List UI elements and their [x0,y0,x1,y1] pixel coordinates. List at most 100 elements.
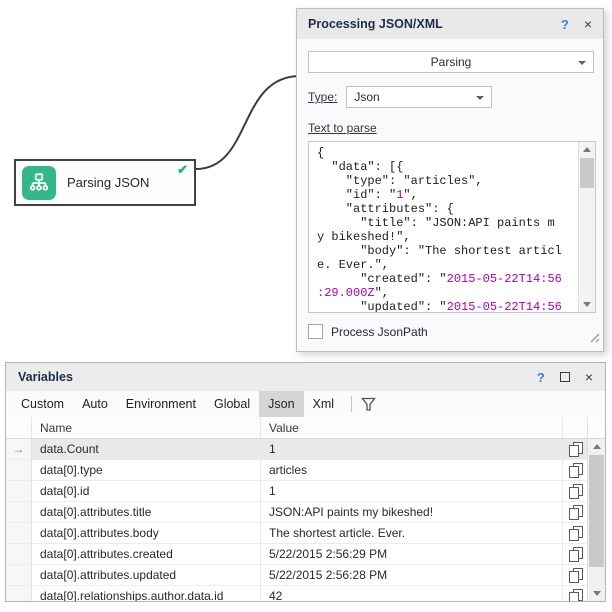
editor-scrollbar[interactable] [578,142,595,312]
variables-title: Variables [18,370,73,384]
table-row[interactable]: data[0].relationships.author.data.id 42 [6,586,587,601]
type-dropdown[interactable]: Json [346,86,492,108]
copy-cell[interactable] [562,439,587,459]
row-indicator [6,565,32,585]
processing-panel-header: Processing JSON/XML ? × [297,9,603,39]
filter-icon[interactable] [361,397,376,412]
indicator-column-header [6,417,32,438]
variable-name[interactable]: data[0].id [32,481,261,501]
table-row[interactable]: data[0].id 1 [6,481,587,502]
help-icon[interactable]: ? [561,17,569,32]
sitemap-icon [22,166,56,200]
variable-value[interactable]: 1 [261,439,562,459]
operation-dropdown-value: Parsing [431,55,472,69]
node-parsing-json[interactable]: Parsing JSON ✔ [14,159,196,206]
scroll-up-icon[interactable] [579,142,595,157]
row-indicator [6,544,32,564]
variable-value[interactable]: 1 [261,481,562,501]
maximize-icon[interactable] [560,372,570,382]
tab-custom[interactable]: Custom [12,391,73,417]
tab-xml[interactable]: Xml [304,391,344,417]
resize-grip[interactable] [589,330,600,348]
row-indicator [6,502,32,522]
variable-value[interactable]: 5/22/2015 2:56:28 PM [261,565,562,585]
close-icon[interactable]: × [585,370,593,384]
scroll-down-icon[interactable] [579,297,595,312]
copy-cell[interactable] [562,586,587,601]
copy-cell[interactable] [562,481,587,501]
workflow-designer: Parsing JSON ✔ Processing JSON/XML ? × P… [0,0,612,612]
scroll-up-icon[interactable] [588,439,605,454]
scrollbar-spacer [587,417,605,438]
copy-icon[interactable] [569,484,582,498]
tab-global[interactable]: Global [205,391,259,417]
variable-value[interactable]: 5/22/2015 2:56:29 PM [261,544,562,564]
variable-name[interactable]: data[0].attributes.body [32,523,261,543]
copy-icon[interactable] [569,505,582,519]
chevron-down-icon [578,61,586,65]
json-code[interactable]: { "data": [{ "type": "articles", "id": "… [309,142,578,312]
copy-cell[interactable] [562,544,587,564]
row-indicator [6,523,32,543]
help-icon[interactable]: ? [537,370,545,385]
scrollbar-thumb[interactable] [580,158,594,188]
copy-icon[interactable] [569,463,582,477]
row-indicator: → [6,439,32,459]
variable-value[interactable]: JSON:API paints my bikeshed! [261,502,562,522]
copy-cell[interactable] [562,565,587,585]
variable-value[interactable]: articles [261,460,562,480]
table-row[interactable]: data[0].attributes.body The shortest art… [6,523,587,544]
variable-name[interactable]: data.Count [32,439,261,459]
table-row[interactable]: data[0].attributes.updated 5/22/2015 2:5… [6,565,587,586]
tab-auto[interactable]: Auto [73,391,117,417]
variable-name[interactable]: data[0].attributes.updated [32,565,261,585]
copy-cell[interactable] [562,502,587,522]
variables-panel: Variables ? × CustomAutoEnvironmentGloba… [5,362,606,602]
table-row[interactable]: data[0].attributes.title JSON:API paints… [6,502,587,523]
copy-icon[interactable] [569,442,582,456]
copy-column-header [562,417,587,438]
copy-icon[interactable] [569,568,582,582]
process-jsonpath-checkbox[interactable] [308,324,323,339]
variable-value[interactable]: 42 [261,586,562,601]
variable-name[interactable]: data[0].type [32,460,261,480]
operation-dropdown[interactable]: Parsing [308,51,594,73]
text-to-parse-label: Text to parse [308,121,377,135]
variable-name[interactable]: data[0].relationships.author.data.id [32,586,261,601]
copy-icon[interactable] [569,589,582,601]
scrollbar-thumb[interactable] [589,455,604,567]
row-indicator [6,481,32,501]
variables-tabsbar: CustomAutoEnvironmentGlobalJsonXml [6,391,605,417]
row-indicator [6,460,32,480]
table-row[interactable]: → data.Count 1 [6,439,587,460]
tab-separator [351,396,352,412]
process-jsonpath-label: Process JsonPath [331,325,428,339]
variables-panel-header: Variables ? × [6,363,605,391]
copy-icon[interactable] [569,526,582,540]
table-body: → data.Count 1 data[0].type articles dat… [6,439,587,601]
tab-json[interactable]: Json [259,391,303,417]
copy-cell[interactable] [562,523,587,543]
table-scrollbar[interactable] [587,439,605,601]
variables-tabs: CustomAutoEnvironmentGlobalJsonXml [12,391,343,417]
close-icon[interactable]: × [584,17,592,31]
row-indicator [6,586,32,601]
copy-cell[interactable] [562,460,587,480]
variable-value[interactable]: The shortest article. Ever. [261,523,562,543]
variable-name[interactable]: data[0].attributes.created [32,544,261,564]
type-label: Type: [308,90,337,104]
type-dropdown-value: Json [354,90,379,104]
panel-title: Processing JSON/XML [308,17,443,31]
variables-table: Name Value → data.Count 1 data[0].type a… [6,417,605,601]
value-column-header[interactable]: Value [261,417,562,438]
copy-icon[interactable] [569,547,582,561]
chevron-down-icon [476,96,484,100]
tab-environment[interactable]: Environment [117,391,205,417]
scroll-down-icon[interactable] [588,586,605,601]
name-column-header[interactable]: Name [32,417,261,438]
text-to-parse-editor[interactable]: { "data": [{ "type": "articles", "id": "… [308,141,596,313]
table-row[interactable]: data[0].attributes.created 5/22/2015 2:5… [6,544,587,565]
processing-panel: Processing JSON/XML ? × Parsing Type: Js… [296,8,604,352]
variable-name[interactable]: data[0].attributes.title [32,502,261,522]
table-row[interactable]: data[0].type articles [6,460,587,481]
